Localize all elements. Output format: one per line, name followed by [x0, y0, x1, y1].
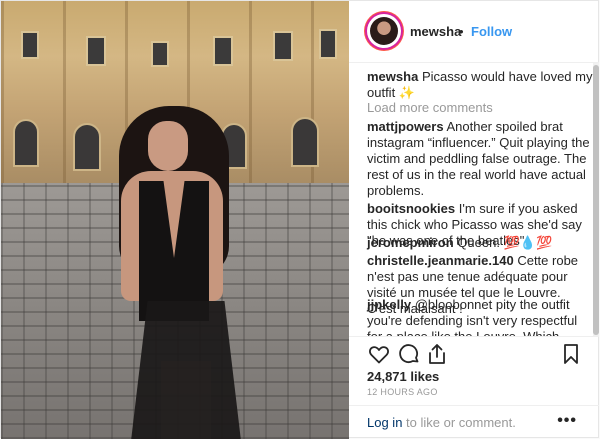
comment-username[interactable]: mattjpowers: [367, 119, 444, 134]
post-header: mewsha • Follow: [349, 1, 599, 63]
comment-item: jeromepmiron Queen. 💯💧💯: [367, 235, 593, 251]
post-side-panel: mewsha • Follow mewsha Picasso would hav…: [349, 1, 599, 438]
login-link[interactable]: Log in: [367, 415, 402, 430]
share-icon[interactable]: [425, 342, 449, 366]
comment-username[interactable]: booitsnookies: [367, 201, 455, 216]
instagram-post: mewsha • Follow mewsha Picasso would hav…: [0, 0, 599, 439]
photo-arch: [73, 123, 101, 171]
comment-icon[interactable]: [397, 342, 421, 366]
caption: mewsha Picasso would have loved my outfi…: [367, 69, 593, 101]
comment-item: jjpkelly @bloobonnet pity the outfit you…: [367, 297, 593, 336]
comment-username[interactable]: jjpkelly: [367, 297, 411, 312]
photo-window: [151, 41, 169, 67]
post-photo[interactable]: [1, 1, 349, 439]
post-actions: [349, 337, 599, 369]
avatar-image: [370, 17, 398, 45]
comment-username[interactable]: jeromepmiron: [367, 235, 454, 250]
comment-text: Queen. 💯💧💯: [457, 235, 553, 250]
header-username[interactable]: mewsha: [410, 24, 461, 39]
photo-arch: [13, 119, 39, 167]
photo-window: [319, 29, 337, 59]
photo-window: [86, 36, 106, 66]
profile-avatar[interactable]: [367, 14, 401, 48]
comment-item: mattjpowers Another spoiled brat instagr…: [367, 119, 593, 199]
login-prompt: Log in to like or comment.: [367, 415, 516, 430]
bookmark-icon[interactable]: [559, 342, 583, 366]
photo-skirt: [131, 301, 241, 439]
photo-person-face: [148, 121, 188, 171]
post-footer: Log in to like or comment. •••: [349, 405, 599, 438]
follow-button[interactable]: Follow: [471, 24, 512, 39]
photo-window: [273, 31, 293, 61]
login-prompt-text: to like or comment.: [402, 415, 516, 430]
comments-scrollbar-thumb[interactable]: [593, 65, 599, 335]
comments-list[interactable]: mewsha Picasso would have loved my outfi…: [349, 63, 599, 337]
comments-scrollbar[interactable]: [593, 63, 599, 336]
more-options-icon[interactable]: •••: [557, 412, 577, 430]
load-more-comments-button[interactable]: Load more comments: [367, 100, 493, 115]
post-timestamp[interactable]: 12 HOURS AGO: [367, 387, 438, 397]
photo-window: [213, 36, 233, 66]
heart-icon[interactable]: [367, 342, 391, 366]
header-separator: •: [459, 24, 464, 39]
photo-window: [21, 31, 39, 59]
likes-count[interactable]: 24,871 likes: [367, 369, 439, 384]
caption-username[interactable]: mewsha: [367, 69, 418, 84]
photo-arch: [291, 117, 319, 167]
comment-username[interactable]: christelle.jeanmarie.140: [367, 253, 514, 268]
